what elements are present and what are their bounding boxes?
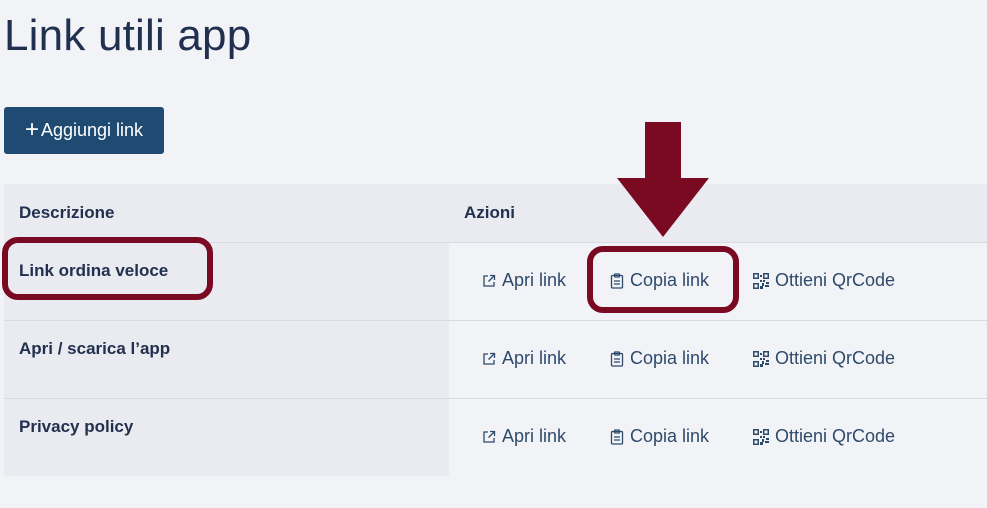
copy-link-action[interactable]: Copia link — [610, 426, 709, 447]
external-link-icon — [482, 430, 496, 444]
copy-link-action[interactable]: Copia link — [610, 348, 709, 369]
column-header-actions: Azioni — [464, 203, 515, 222]
row-description: Apri / scarica l’app — [19, 339, 171, 358]
description-cell: Apri / scarica l’app — [4, 321, 449, 398]
add-link-button[interactable]: + Aggiungi link — [4, 107, 164, 154]
qrcode-label: Ottieni QrCode — [775, 348, 896, 368]
clipboard-icon — [610, 428, 624, 445]
open-link-label: Apri link — [502, 270, 567, 290]
copy-link-action[interactable]: Copia link — [610, 270, 709, 291]
down-arrow-icon — [617, 122, 709, 237]
copy-link-label: Copia link — [630, 348, 710, 368]
description-cell: Privacy policy — [4, 399, 449, 476]
copy-link-label: Copia link — [630, 270, 710, 290]
description-cell: Link ordina veloce — [4, 243, 449, 320]
page-title: Link utili app — [4, 11, 252, 60]
column-header-description: Descrizione — [19, 203, 115, 222]
open-link-action[interactable]: Apri link — [482, 270, 566, 291]
get-qrcode-action[interactable]: Ottieni QrCode — [753, 348, 895, 369]
table-header: Descrizione Azioni — [4, 184, 987, 243]
table-row: Apri / scarica l’app Apri link Copia lin… — [4, 321, 987, 399]
get-qrcode-action[interactable]: Ottieni QrCode — [753, 270, 895, 291]
qrcode-icon — [753, 350, 769, 367]
table-row: Privacy policy Apri link Copia link Otti… — [4, 399, 987, 476]
qrcode-icon — [753, 428, 769, 445]
links-table: Descrizione Azioni Link ordina veloce Ap… — [4, 184, 987, 476]
clipboard-icon — [610, 272, 624, 289]
qrcode-label: Ottieni QrCode — [775, 270, 896, 290]
external-link-icon — [482, 274, 496, 288]
row-description: Privacy policy — [19, 417, 134, 436]
open-link-label: Apri link — [502, 348, 567, 368]
external-link-icon — [482, 352, 496, 366]
row-description: Link ordina veloce — [19, 261, 169, 280]
copy-link-label: Copia link — [630, 426, 710, 446]
add-link-label: Aggiungi link — [40, 120, 144, 140]
get-qrcode-action[interactable]: Ottieni QrCode — [753, 426, 895, 447]
open-link-action[interactable]: Apri link — [482, 426, 566, 447]
plus-icon: + — [24, 115, 39, 143]
clipboard-icon — [610, 350, 624, 367]
qrcode-label: Ottieni QrCode — [775, 426, 896, 446]
open-link-label: Apri link — [502, 426, 567, 446]
open-link-action[interactable]: Apri link — [482, 348, 566, 369]
table-row: Link ordina veloce Apri link Copia link … — [4, 243, 987, 321]
qrcode-icon — [753, 272, 769, 289]
